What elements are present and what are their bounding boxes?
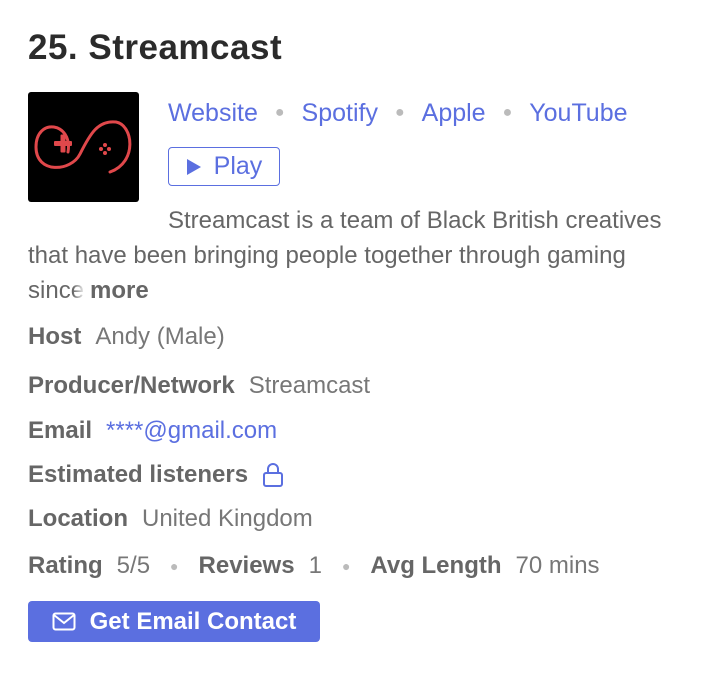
link-apple[interactable]: Apple <box>422 99 486 128</box>
email-value[interactable]: ****@gmail.com <box>106 417 277 445</box>
email-label: Email <box>28 417 93 444</box>
location-row: Location United Kingdom <box>28 503 313 535</box>
link-separator: ● <box>274 104 285 121</box>
gamepad-icon <box>34 120 132 174</box>
play-label: Play <box>213 152 263 180</box>
rating-value: 5/5 <box>116 552 151 579</box>
link-website[interactable]: Website <box>168 99 258 128</box>
listeners-row: Estimated listeners <box>28 459 284 491</box>
stats-separator: ● <box>341 558 351 574</box>
rating-label: Rating <box>28 552 103 579</box>
play-icon <box>186 158 201 175</box>
play-button[interactable]: Play <box>168 147 280 186</box>
link-separator: ● <box>394 104 405 121</box>
stats-row: Rating 5/5 ● Reviews 1 ● Avg Length 70 m… <box>28 550 600 582</box>
length-label: Avg Length <box>370 552 502 579</box>
producer-value: Streamcast <box>248 372 371 399</box>
reviews-label: Reviews <box>198 552 295 579</box>
description-faded: ce <box>58 277 85 304</box>
lock-icon[interactable] <box>262 462 284 488</box>
link-separator: ● <box>502 104 513 121</box>
host-value: Andy (Male) <box>95 323 225 350</box>
listeners-label: Estimated listeners <box>28 461 249 488</box>
get-email-contact-button[interactable]: Get Email Contact <box>28 601 320 642</box>
podcast-title: 25. Streamcast <box>28 28 283 67</box>
length-value: 70 mins <box>515 552 600 579</box>
host-label: Host <box>28 323 82 350</box>
stats-separator: ● <box>170 558 179 574</box>
get-email-contact-label: Get Email Contact <box>89 607 297 635</box>
podcast-description: Streamcast is a team of Black British cr… <box>28 203 688 308</box>
producer-row: Producer/Network Streamcast <box>28 370 370 402</box>
link-youtube[interactable]: YouTube <box>529 99 627 128</box>
host-row: Host Andy (Male) <box>28 321 225 353</box>
location-label: Location <box>28 505 128 532</box>
mail-icon <box>52 612 76 631</box>
more-link[interactable]: more <box>90 277 149 304</box>
podcast-links: Website ● Spotify ● Apple ● YouTube <box>168 96 628 130</box>
link-spotify[interactable]: Spotify <box>302 99 378 128</box>
location-value: United Kingdom <box>142 505 313 532</box>
reviews-value: 1 <box>308 552 322 579</box>
podcast-logo[interactable] <box>28 92 139 202</box>
email-row: Email ****@gmail.com <box>28 415 277 447</box>
producer-label: Producer/Network <box>28 372 235 399</box>
